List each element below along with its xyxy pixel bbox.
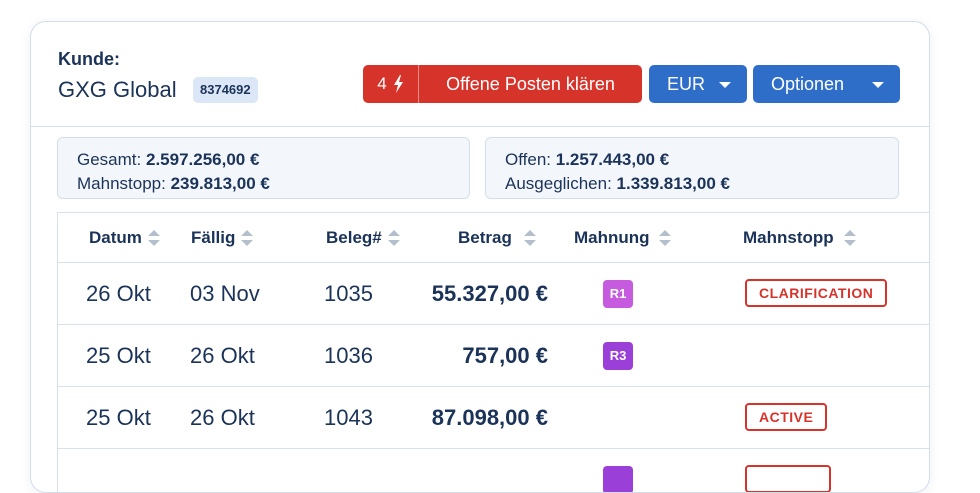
cell-beleg: 1036 bbox=[324, 343, 373, 368]
options-dropdown[interactable]: Optionen bbox=[753, 65, 900, 103]
sort-icon bbox=[241, 229, 254, 246]
open-items-count-button[interactable]: 4 bbox=[363, 65, 419, 103]
cell-betrag: 757,00 € bbox=[462, 343, 548, 368]
open-items-button-group: 4 Offene Posten klären bbox=[363, 65, 642, 103]
table-row[interactable] bbox=[58, 449, 929, 492]
chevron-down-icon bbox=[872, 82, 884, 88]
sort-icon bbox=[843, 229, 856, 246]
total-value: 2.597.256,00 € bbox=[145, 150, 260, 169]
cell-betrag: 55.327,00 € bbox=[431, 281, 548, 306]
chevron-down-icon bbox=[719, 82, 731, 88]
summary-box-total: Gesamt: 2.597.256,00 € Mahnstopp: 239.81… bbox=[57, 137, 470, 199]
currency-dropdown[interactable]: EUR bbox=[649, 65, 747, 103]
sort-icon bbox=[523, 229, 536, 246]
customer-label: Kunde: bbox=[58, 49, 120, 69]
dunning-stop-badge: ACTIVE bbox=[745, 403, 828, 431]
dunning-stop-value: 239.813,00 € bbox=[170, 174, 270, 193]
table-row[interactable]: 26 Okt 03 Nov 1035 55.327,00 € R1 CLARIF… bbox=[58, 263, 929, 325]
cell-datum: 25 Okt bbox=[86, 405, 151, 430]
dunning-stop-badge: CLARIFICATION bbox=[745, 279, 888, 307]
cell-datum: 26 Okt bbox=[86, 281, 151, 306]
settled-value: 1.339.813,00 € bbox=[616, 174, 730, 193]
customer-name: GXG Global bbox=[58, 77, 177, 102]
invoice-table: Datum Fällig Beleg# Betrag Mahnung Mahns… bbox=[57, 212, 929, 492]
currency-label: EUR bbox=[667, 74, 706, 94]
table-row[interactable]: 25 Okt 26 Okt 1036 757,00 € R3 bbox=[58, 325, 929, 387]
cell-faellig: 26 Okt bbox=[190, 343, 255, 368]
dunning-level-badge: R1 bbox=[603, 280, 633, 308]
lightning-icon bbox=[393, 75, 403, 93]
open-label: Offen: bbox=[505, 150, 551, 169]
column-header-beleg[interactable]: Beleg# bbox=[326, 213, 400, 262]
sort-icon bbox=[387, 229, 400, 246]
dunning-level-badge: R3 bbox=[603, 342, 633, 370]
cell-betrag: 87.098,00 € bbox=[431, 405, 548, 430]
total-label: Gesamt: bbox=[77, 150, 142, 169]
dunning-level-badge bbox=[603, 466, 633, 492]
open-items-count: 4 bbox=[377, 74, 387, 93]
dunning-stop-label: Mahnstopp: bbox=[77, 174, 166, 193]
card-header: Kunde: GXG Global 8374692 4 Offene Poste… bbox=[31, 22, 929, 127]
clear-open-items-button[interactable]: Offene Posten klären bbox=[419, 65, 642, 103]
cell-datum: 25 Okt bbox=[86, 343, 151, 368]
table-row[interactable]: 25 Okt 26 Okt 1043 87.098,00 € ACTIVE bbox=[58, 387, 929, 449]
column-header-mahnstopp[interactable]: Mahnstopp bbox=[743, 213, 856, 262]
customer-id-badge: 8374692 bbox=[193, 77, 258, 103]
summary-box-open: Offen: 1.257.443,00 € Ausgeglichen: 1.33… bbox=[485, 137, 899, 199]
sort-icon bbox=[658, 229, 671, 246]
sort-icon bbox=[147, 229, 160, 246]
cell-beleg: 1043 bbox=[324, 405, 373, 430]
cell-beleg: 1035 bbox=[324, 281, 373, 306]
table-header: Datum Fällig Beleg# Betrag Mahnung Mahns… bbox=[58, 213, 929, 263]
options-label: Optionen bbox=[771, 74, 845, 94]
cell-faellig: 26 Okt bbox=[190, 405, 255, 430]
open-value: 1.257.443,00 € bbox=[555, 150, 670, 169]
invoice-card: Kunde: GXG Global 8374692 4 Offene Poste… bbox=[30, 21, 930, 493]
column-header-mahnung[interactable]: Mahnung bbox=[574, 213, 671, 262]
column-header-datum[interactable]: Datum bbox=[89, 213, 160, 262]
cell-faellig: 03 Nov bbox=[190, 281, 260, 306]
dunning-stop-badge bbox=[745, 465, 831, 492]
column-header-faellig[interactable]: Fällig bbox=[191, 213, 254, 262]
settled-label: Ausgeglichen: bbox=[505, 174, 612, 193]
column-header-betrag[interactable]: Betrag bbox=[458, 213, 536, 262]
